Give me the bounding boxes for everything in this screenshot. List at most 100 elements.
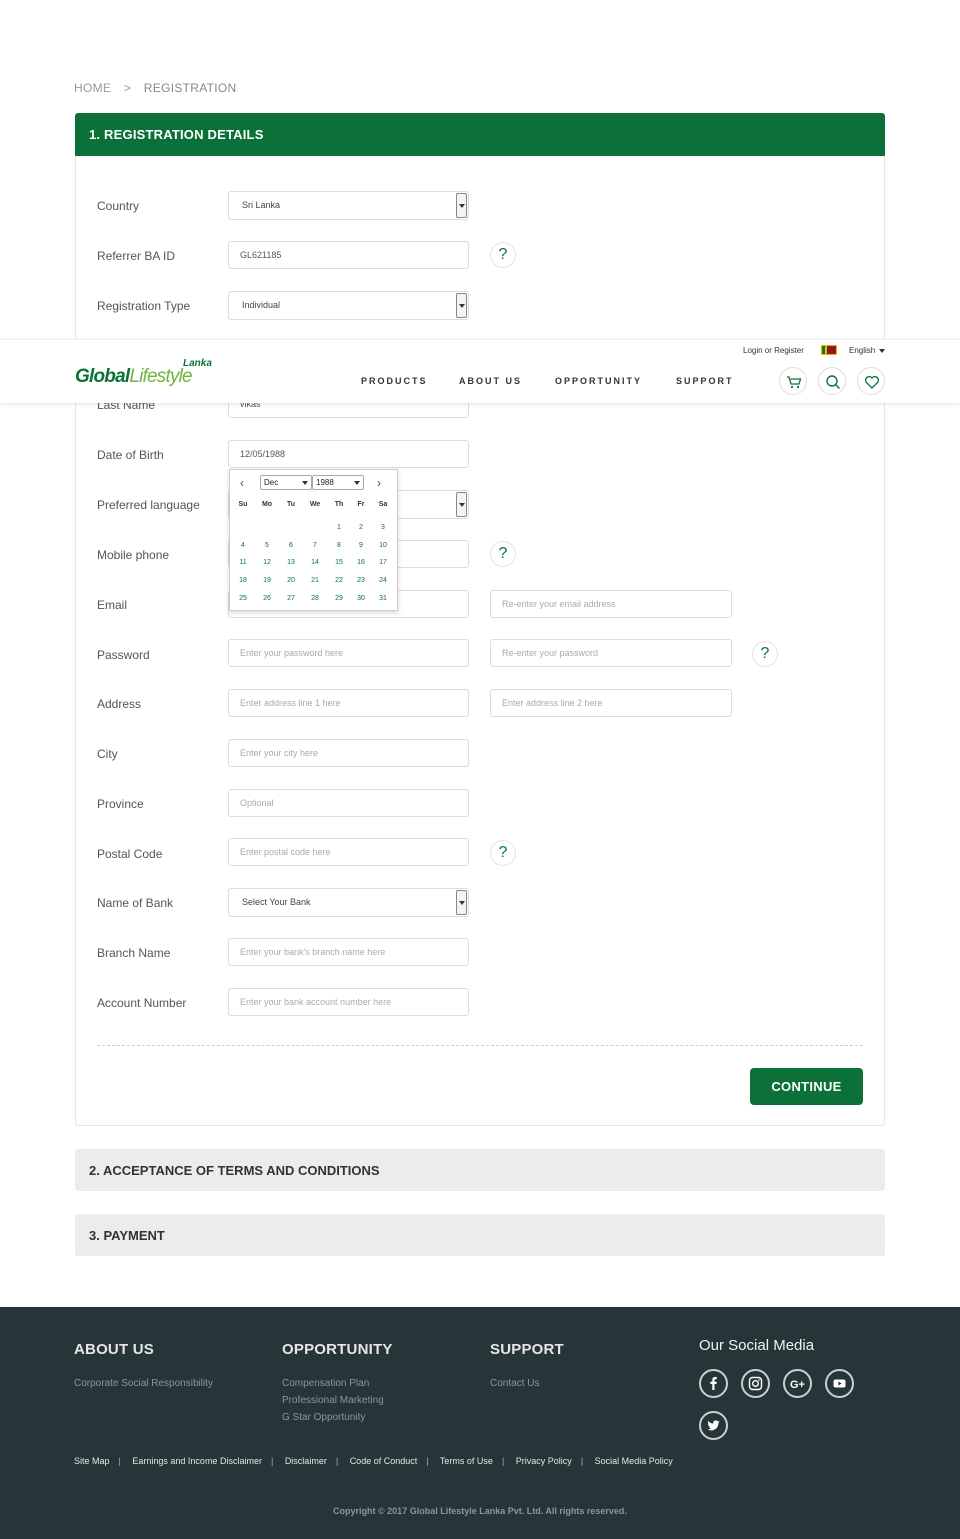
calendar-day[interactable]: 15 <box>329 559 349 566</box>
address-line1-input[interactable]: Enter address line 1 here <box>228 689 469 717</box>
postal-code-input[interactable]: Enter postal code here <box>228 838 469 866</box>
calendar-day[interactable]: 26 <box>257 595 277 602</box>
footer-link-terms[interactable]: Terms of Use <box>440 1456 493 1466</box>
calendar-day[interactable]: 25 <box>233 595 253 602</box>
calendar-day[interactable]: 13 <box>281 559 301 566</box>
weekday-header: We <box>309 501 321 508</box>
facebook-icon[interactable] <box>699 1369 728 1398</box>
calendar-day[interactable]: 11 <box>233 559 253 566</box>
calendar-day[interactable]: 8 <box>329 542 349 549</box>
help-icon[interactable]: ? <box>752 641 778 667</box>
calendar-day[interactable]: 14 <box>305 559 325 566</box>
city-input[interactable]: Enter your city here <box>228 739 469 767</box>
calendar-day[interactable]: 22 <box>329 577 349 584</box>
province-input[interactable]: Optional <box>228 789 469 817</box>
country-value: Sri Lanka <box>242 200 281 210</box>
section-terms-header[interactable]: 2. ACCEPTANCE OF TERMS AND CONDITIONS <box>75 1149 885 1191</box>
year-select[interactable]: 1988 <box>312 475 364 490</box>
nav-opportunity[interactable]: OPPORTUNITY <box>555 376 642 386</box>
search-icon[interactable] <box>818 367 846 395</box>
twitter-icon[interactable] <box>699 1411 728 1440</box>
bank-select[interactable]: Select Your Bank <box>228 888 469 917</box>
footer-link-code-of-conduct[interactable]: Code of Conduct <box>350 1456 418 1466</box>
calendar-day[interactable]: 16 <box>351 559 371 566</box>
preferred-language-label: Preferred language <box>97 498 200 512</box>
language-select[interactable]: English <box>849 346 886 355</box>
copyright: Copyright © 2017 Global Lifestyle Lanka … <box>333 1506 627 1516</box>
nav-products[interactable]: PRODUCTS <box>361 376 428 386</box>
section-payment-header[interactable]: 3. PAYMENT <box>75 1214 885 1256</box>
footer-link-compensation[interactable]: Compensation Plan <box>282 1378 369 1389</box>
calendar-day[interactable]: 10 <box>373 542 393 549</box>
calendar-day[interactable]: 12 <box>257 559 277 566</box>
calendar-day[interactable]: 6 <box>281 542 301 549</box>
address-line2-input[interactable]: Enter address line 2 here <box>490 689 732 717</box>
weekday-header: Mo <box>261 501 273 508</box>
dob-label: Date of Birth <box>97 448 164 462</box>
calendar-day[interactable]: 2 <box>351 524 371 531</box>
login-register-link[interactable]: Login or Register <box>743 346 804 355</box>
footer-link-social-policy[interactable]: Social Media Policy <box>595 1456 673 1466</box>
calendar-day[interactable]: 27 <box>281 595 301 602</box>
next-month-icon[interactable]: › <box>377 476 381 490</box>
continue-button[interactable]: CONTINUE <box>750 1068 863 1105</box>
footer-link-csr[interactable]: Corporate Social Responsibility <box>74 1378 213 1389</box>
nav-support[interactable]: SUPPORT <box>676 376 734 386</box>
calendar-day[interactable]: 5 <box>257 542 277 549</box>
email-confirm-input[interactable]: Re-enter your email address <box>490 590 732 618</box>
heart-icon[interactable] <box>857 367 885 395</box>
footer-link-privacy[interactable]: Privacy Policy <box>516 1456 572 1466</box>
calendar-day[interactable]: 18 <box>233 577 253 584</box>
password-confirm-input[interactable]: Re-enter your password <box>490 639 732 667</box>
chevron-down-icon <box>456 193 467 218</box>
footer-link-sitemap[interactable]: Site Map <box>74 1456 110 1466</box>
instagram-icon[interactable] <box>741 1369 770 1398</box>
calendar-day[interactable]: 19 <box>257 577 277 584</box>
prev-month-icon[interactable]: ‹ <box>240 476 244 490</box>
calendar-day[interactable]: 28 <box>305 595 325 602</box>
calendar-day[interactable]: 9 <box>351 542 371 549</box>
password-input[interactable]: Enter your password here <box>228 639 469 667</box>
calendar-day[interactable]: 30 <box>351 595 371 602</box>
account-input[interactable]: Enter your bank account number here <box>228 988 469 1016</box>
nav-about-us[interactable]: ABOUT US <box>459 376 522 386</box>
year-value: 1988 <box>316 478 334 487</box>
breadcrumb-home[interactable]: HOME <box>74 81 111 95</box>
calendar-day[interactable]: 31 <box>373 595 393 602</box>
calendar-day[interactable]: 1 <box>329 524 349 531</box>
separator: | <box>118 1456 121 1466</box>
help-icon[interactable]: ? <box>490 242 516 268</box>
calendar-day[interactable]: 17 <box>373 559 393 566</box>
sri-lanka-flag-icon[interactable] <box>821 345 837 355</box>
calendar-day[interactable]: 7 <box>305 542 325 549</box>
dob-input[interactable]: 12/05/1988 <box>228 440 469 468</box>
calendar-day[interactable]: 21 <box>305 577 325 584</box>
google-plus-icon[interactable]: G+ <box>783 1369 812 1398</box>
calendar-day[interactable]: 24 <box>373 577 393 584</box>
month-select[interactable]: Dec <box>260 475 312 490</box>
calendar-day[interactable]: 4 <box>233 542 253 549</box>
bank-label: Name of Bank <box>97 896 174 910</box>
section-registration-header[interactable]: 1. REGISTRATION DETAILS <box>75 113 885 156</box>
registration-type-select[interactable]: Individual <box>228 291 469 320</box>
country-select[interactable]: Sri Lanka <box>228 191 469 220</box>
footer-link-earnings[interactable]: Earnings and Income Disclaimer <box>132 1456 262 1466</box>
footer-link-marketing[interactable]: Professional Marketing <box>282 1395 384 1406</box>
help-icon[interactable]: ? <box>490 840 516 866</box>
youtube-icon[interactable] <box>825 1369 854 1398</box>
language-value: English <box>849 346 876 355</box>
footer-link-gstar[interactable]: G Star Opportunity <box>282 1412 365 1423</box>
cart-icon[interactable] <box>779 367 807 395</box>
logo-lifestyle: Lifestyle <box>129 366 192 387</box>
branch-input[interactable]: Enter your bank's branch name here <box>228 938 469 966</box>
calendar-day[interactable]: 3 <box>373 524 393 531</box>
footer-link-disclaimer[interactable]: Disclaimer <box>285 1456 327 1466</box>
referrer-input[interactable]: GL621185 <box>228 241 469 269</box>
calendar-day[interactable]: 20 <box>281 577 301 584</box>
weekday-header: Su <box>238 501 248 508</box>
help-icon[interactable]: ? <box>490 541 516 567</box>
calendar-day[interactable]: 23 <box>351 577 371 584</box>
calendar-day[interactable]: 29 <box>329 595 349 602</box>
breadcrumb-current: REGISTRATION <box>143 81 237 95</box>
footer-link-contact[interactable]: Contact Us <box>490 1378 539 1389</box>
